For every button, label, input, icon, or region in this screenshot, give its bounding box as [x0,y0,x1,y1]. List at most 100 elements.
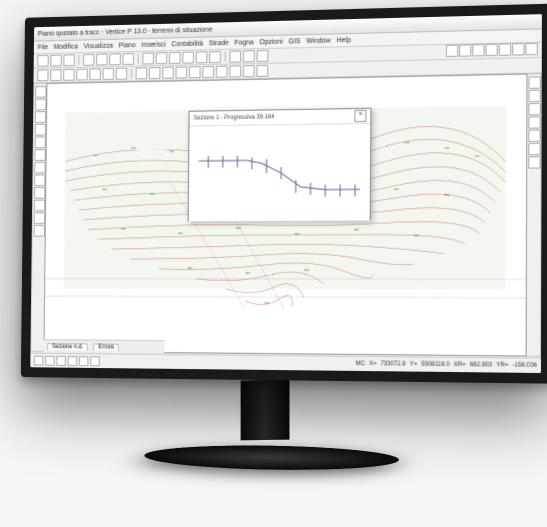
status-polar-icon[interactable] [79,356,89,366]
status-lwt-icon[interactable] [90,356,100,366]
tool-hatch-icon[interactable] [202,66,214,78]
svg-text:108: 108 [364,135,369,139]
tool-rect-icon[interactable] [103,68,114,80]
tool-block-icon[interactable] [243,65,255,77]
tool-select-icon[interactable] [35,86,46,98]
application-screen: Piano quotato a tracc - Vertice P 13.0 -… [30,14,542,373]
tool-scale-icon[interactable] [34,124,45,136]
menu-strade[interactable]: Strade [209,39,229,46]
tool-polyline-icon[interactable] [63,69,74,81]
tool-redo-icon[interactable] [156,52,168,64]
tool-move-icon[interactable] [35,99,46,111]
tool-new-icon[interactable] [37,55,48,67]
menu-visualizza[interactable]: Visualizza [84,42,114,50]
tool-circle-icon[interactable] [89,68,100,80]
svg-text:302: 302 [178,231,183,235]
menu-inserisci[interactable]: Inserisci [141,41,165,48]
menu-help[interactable]: Help [337,37,351,44]
tool-explode-icon[interactable] [33,225,44,237]
tool-snap-center-icon[interactable] [528,103,540,115]
tab-sezione[interactable]: Sezione n.d. [47,343,88,350]
tool-info-icon[interactable] [257,50,269,62]
tool-paste-icon[interactable] [123,53,134,65]
tool-join-icon[interactable] [33,212,44,224]
tool-zoom-fit-icon[interactable] [196,51,208,63]
svg-text:103: 103 [169,149,174,153]
tool-snap-perp-icon[interactable] [528,130,540,142]
tool-snap-end-icon[interactable] [528,76,540,88]
tool-zoom-in-icon[interactable] [169,52,181,64]
tool-snap-near-icon[interactable] [528,156,540,168]
tool-trim-icon[interactable] [34,162,45,174]
tool-section-icon[interactable] [149,67,161,79]
menu-opzioni[interactable]: Opzioni [260,38,283,45]
menu-file[interactable]: File [38,44,49,51]
drawing-canvas[interactable]: 101 102 103 104 105 106 107 108 109 110 … [43,74,527,357]
svg-text:202: 202 [150,192,155,196]
tool-break-icon[interactable] [33,200,44,212]
menu-window[interactable]: Window [306,37,331,45]
tool-point-icon[interactable] [37,69,48,81]
tool-rotate-icon[interactable] [34,111,45,123]
popup-body [189,124,371,221]
status-grid-icon[interactable] [56,356,65,366]
popup-title-text: Sezione 1 - Progressiva 39.184 [193,114,274,121]
svg-text:501: 501 [265,301,270,305]
section-popup: Sezione 1 - Progressiva 39.184 × [188,108,372,222]
tool-cut-icon[interactable] [96,54,107,66]
tool-line-icon[interactable] [50,69,61,81]
tool-undo-icon[interactable] [142,53,154,65]
tool-print-icon[interactable] [83,54,94,66]
tool-zoom-out-icon[interactable] [182,52,194,64]
menu-piano[interactable]: Piano [119,42,136,49]
tool-grid-icon[interactable] [189,66,201,78]
tool-offset-icon[interactable] [34,149,45,161]
tool-text-icon[interactable] [116,68,127,80]
tool-open-icon[interactable] [50,55,61,67]
tool-pan-icon[interactable] [209,51,221,63]
menu-gis[interactable]: GIS [289,38,301,45]
tool-snap-mid-icon[interactable] [528,90,540,102]
popup-titlebar[interactable]: Sezione 1 - Progressiva 39.184 × [189,109,370,127]
svg-text:102: 102 [131,146,136,150]
tool-save-icon[interactable] [63,54,74,66]
status-ortho-icon[interactable] [45,356,54,366]
menu-modifica[interactable]: Modifica [54,43,78,50]
svg-text:201: 201 [102,187,107,191]
status-yr-label: YR= [496,362,508,368]
tool-layers-icon[interactable] [229,51,241,63]
tool-surface-icon[interactable] [176,67,188,79]
svg-text:206: 206 [344,191,349,195]
tool-snap-tan-icon[interactable] [528,143,540,155]
toolbar-separator [78,55,79,65]
tool-snap-node-icon[interactable] [528,116,540,128]
status-xr-value: 682.803 [470,362,492,368]
popup-close-button[interactable]: × [354,110,366,122]
svg-text:107: 107 [325,143,330,147]
menu-fogna[interactable]: Fogna [234,39,253,46]
tool-extend-icon[interactable] [34,174,45,186]
tool-fillet-icon[interactable] [34,187,45,199]
tool-label-icon[interactable] [229,65,241,77]
tab-errore[interactable]: Errore [94,343,119,350]
status-yr-value: -156.006 [512,363,536,369]
svg-text:109: 109 [404,140,409,144]
status-snap-icon[interactable] [34,356,43,366]
section-profile-svg [189,124,371,221]
svg-text:304: 304 [294,232,299,236]
bottom-tabs: Sezione n.d. Errore [43,339,164,353]
status-osnap-icon[interactable] [68,356,77,366]
svg-text:403: 403 [304,268,309,272]
tool-mirror-icon[interactable] [34,136,45,148]
svg-text:208: 208 [444,193,449,197]
svg-text:207: 207 [394,187,399,191]
tool-profile-icon[interactable] [162,67,174,79]
monitor-stand-neck [241,379,290,440]
menu-contabilita[interactable]: Contabilità [171,40,203,48]
tool-dimension-icon[interactable] [216,66,228,78]
tool-contour-icon[interactable] [136,67,147,79]
tool-arc-icon[interactable] [76,69,87,81]
tool-copy-icon[interactable] [109,53,120,65]
tool-measure-icon[interactable] [243,50,255,62]
tool-export-icon[interactable] [256,65,268,77]
